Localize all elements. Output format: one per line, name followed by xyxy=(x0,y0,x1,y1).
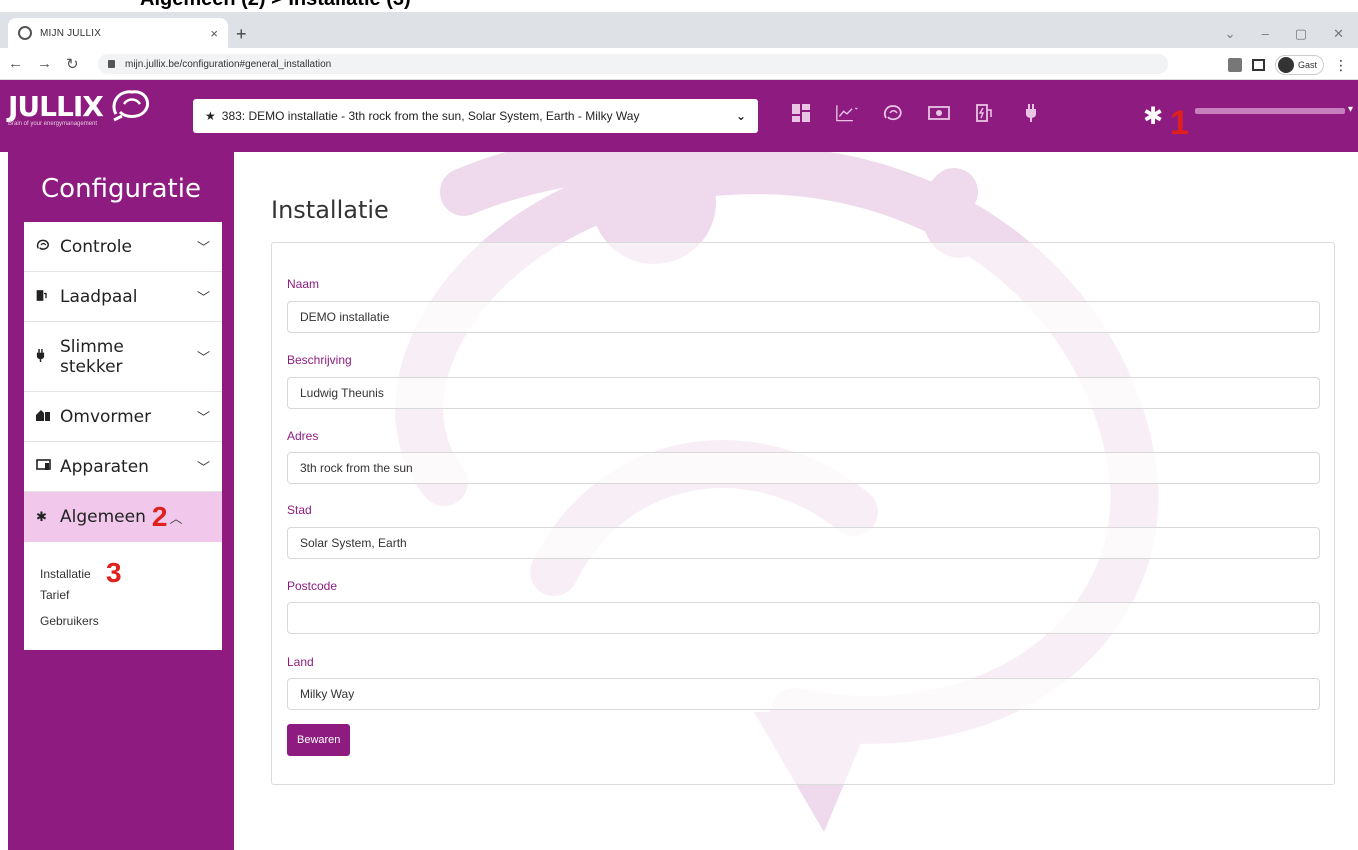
app-header: JULLIX Brain of your energymanagement ★ … xyxy=(0,80,1358,152)
url-text: mijn.jullix.be/configuration#general_ins… xyxy=(125,58,332,70)
browser-tab[interactable]: MIJN JULLIX × xyxy=(8,18,228,48)
browser-menu-icon[interactable]: ⋮ xyxy=(1334,57,1348,74)
inverter-icon xyxy=(36,409,60,424)
plug-icon[interactable] xyxy=(1020,102,1042,124)
sidebar-item-label: Algemeen xyxy=(60,507,146,527)
field-label-naam: Naam xyxy=(287,277,320,291)
chevron-down-icon: ﹀ xyxy=(196,460,210,475)
star-icon: ★ xyxy=(205,109,216,123)
tab-search-icon[interactable]: ⌄ xyxy=(1225,26,1236,42)
url-field[interactable]: mijn.jullix.be/configuration#general_ins… xyxy=(98,54,1168,74)
sidebar-title: Configuratie xyxy=(41,174,201,204)
field-label-beschrijving: Beschrijving xyxy=(287,353,352,367)
chevron-down-icon: ﹀ xyxy=(196,350,210,365)
field-label-stad: Stad xyxy=(287,503,312,517)
brain-icon xyxy=(36,239,60,254)
back-icon[interactable]: ← xyxy=(8,55,23,73)
translate-icon[interactable] xyxy=(1227,58,1242,72)
maximize-icon[interactable]: ▢ xyxy=(1295,26,1307,42)
browser-actions: Gast ⋮ xyxy=(1227,55,1348,75)
save-button[interactable]: Bewaren xyxy=(287,724,351,756)
sidebar-item-label: Slimme stekker xyxy=(60,336,124,377)
annotation-marker-1: 1 xyxy=(1170,104,1189,142)
sidebar-item-slimme-stekker[interactable]: Slimme stekker ﹀ xyxy=(24,322,222,392)
postcode-input[interactable] xyxy=(287,602,1320,634)
lock-icon xyxy=(108,60,115,68)
sidebar: Configuratie Controle ﹀ Laadpaal ﹀ Slimm… xyxy=(8,152,234,850)
gear-icon: ✱ xyxy=(36,509,47,524)
user-menu[interactable] xyxy=(1195,108,1345,114)
annotation-marker-2: 2 xyxy=(151,501,168,532)
reload-icon[interactable]: ↻ xyxy=(66,55,79,73)
top-navigation xyxy=(790,102,1042,124)
charger-icon[interactable] xyxy=(974,102,996,124)
dashboard-icon[interactable] xyxy=(790,102,812,124)
page-title: Installatie xyxy=(271,196,389,224)
battery-icon[interactable] xyxy=(928,102,950,124)
new-tab-button[interactable]: + xyxy=(236,24,247,45)
window-close-icon[interactable]: ✕ xyxy=(1333,26,1344,42)
logo[interactable]: JULLIX Brain of your energymanagement xyxy=(8,90,104,127)
sidebar-item-controle[interactable]: Controle ﹀ xyxy=(24,222,222,272)
browser-addressbar: ← → ↻ mijn.jullix.be/configuration#gener… xyxy=(0,48,1358,80)
globe-icon xyxy=(18,26,32,40)
profile-label: Gast xyxy=(1297,60,1317,70)
submenu-algemeen: Installatie 3 Tarief Gebruikers xyxy=(24,542,222,650)
submenu-item-label: Installatie xyxy=(40,567,91,581)
side-panel-icon[interactable] xyxy=(1251,59,1265,71)
charger-icon xyxy=(36,289,60,305)
profile-button[interactable]: Gast xyxy=(1274,55,1324,75)
sidebar-item-algemeen[interactable]: ✱ Algemeen 2 ︿ xyxy=(24,492,222,542)
sidebar-menu: Controle ﹀ Laadpaal ﹀ Slimme stekker ﹀ O… xyxy=(24,222,222,650)
settings-gear-icon[interactable]: ✱ xyxy=(1143,102,1163,131)
brain-icon[interactable] xyxy=(882,102,904,124)
beschrijving-input[interactable]: Ludwig Theunis xyxy=(287,377,1320,409)
field-label-adres: Adres xyxy=(287,429,319,443)
installation-select[interactable]: ★ 383: DEMO installatie - 3th rock from … xyxy=(193,99,758,133)
sidebar-item-label: Apparaten xyxy=(60,456,149,477)
chart-icon[interactable] xyxy=(836,102,858,124)
installation-select-value: 383: DEMO installatie - 3th rock from th… xyxy=(221,109,640,123)
minimize-icon[interactable]: – xyxy=(1262,26,1269,42)
chevron-up-icon: ︿ xyxy=(169,510,183,526)
browser-tabbar: MIJN JULLIX × + ⌄ – ▢ ✕ xyxy=(0,12,1358,48)
sidebar-item-omvormer[interactable]: Omvormer ﹀ xyxy=(24,392,222,442)
naam-input[interactable]: DEMO installatie xyxy=(287,301,1320,333)
land-input[interactable]: Milky Way xyxy=(287,678,1320,710)
user-menu-caret-icon[interactable]: ▾ xyxy=(1348,104,1353,115)
chevron-down-icon: ﹀ xyxy=(196,410,210,425)
sidebar-item-laadpaal[interactable]: Laadpaal ﹀ xyxy=(24,272,222,322)
adres-input[interactable]: 3th rock from the sun xyxy=(287,452,1320,484)
window-controls: ⌄ – ▢ ✕ xyxy=(1225,26,1344,42)
sidebar-item-label: Omvormer xyxy=(60,406,152,427)
chevron-down-icon: ⌄ xyxy=(735,109,746,123)
installation-form: Naam DEMO installatie Beschrijving Ludwi… xyxy=(271,242,1335,785)
main-content: Installatie Naam DEMO installatie Beschr… xyxy=(234,152,1358,850)
sidebar-item-apparaten[interactable]: Apparaten ﹀ xyxy=(24,442,222,492)
tab-title: MIJN JULLIX xyxy=(40,27,102,39)
field-label-land: Land xyxy=(287,655,314,669)
chevron-down-icon: ﹀ xyxy=(196,290,210,305)
devices-icon xyxy=(36,459,60,474)
submenu-item-tarief[interactable]: Tarief xyxy=(40,582,222,608)
submenu-item-gebruikers[interactable]: Gebruikers xyxy=(40,608,222,634)
logo-tagline: Brain of your energymanagement xyxy=(8,121,98,127)
chevron-down-icon: ﹀ xyxy=(196,240,210,255)
logo-brain-icon xyxy=(112,90,149,122)
sidebar-item-label: Controle xyxy=(60,236,132,257)
plug-icon xyxy=(36,348,60,365)
document-heading: Algemeen (2) > Installatie (3) xyxy=(140,0,411,11)
document-heading-strip: Algemeen (2) > Installatie (3) xyxy=(0,0,1358,12)
logo-text: JULLIX xyxy=(8,90,104,123)
annotation-marker-3: 3 xyxy=(106,557,122,588)
submenu-item-installatie[interactable]: Installatie 3 xyxy=(40,556,222,587)
browser-nav: ← → ↻ xyxy=(8,55,79,73)
stad-input[interactable]: Solar System, Earth xyxy=(287,527,1320,559)
field-label-postcode: Postcode xyxy=(287,579,338,593)
forward-icon[interactable]: → xyxy=(37,55,52,73)
profile-avatar-icon xyxy=(1277,57,1294,73)
sidebar-item-label: Laadpaal xyxy=(60,286,138,307)
tab-close-icon[interactable]: × xyxy=(210,26,218,41)
